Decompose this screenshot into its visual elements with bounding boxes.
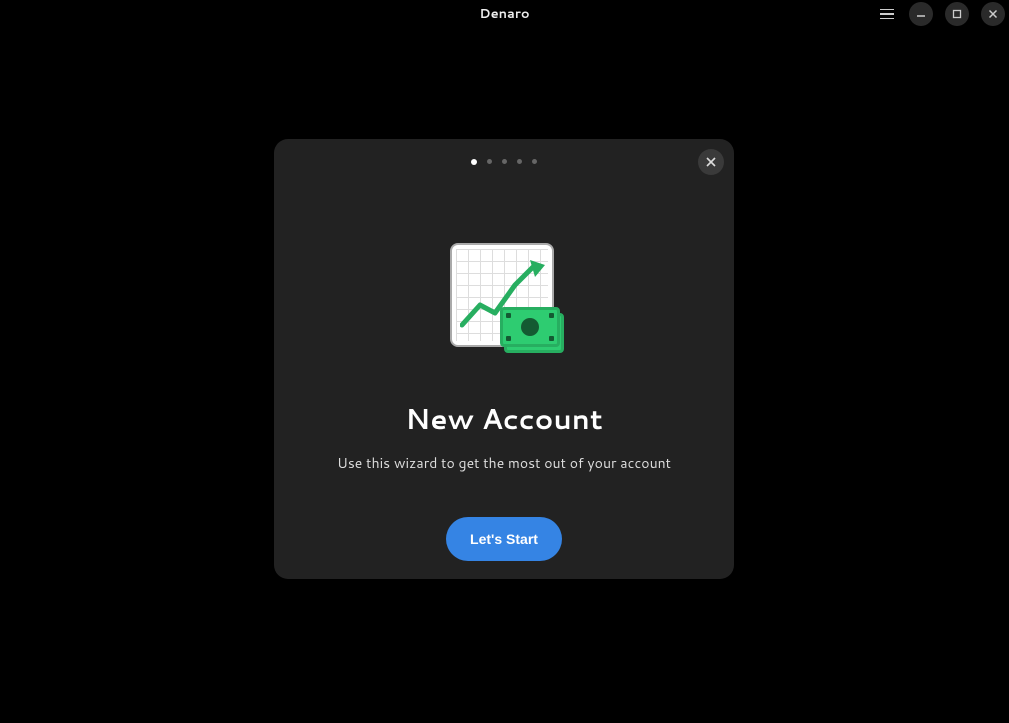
minimize-button[interactable] xyxy=(909,2,933,26)
page-dot-5[interactable] xyxy=(532,159,537,164)
page-indicator xyxy=(471,159,537,165)
dialog-close-button[interactable] xyxy=(698,149,724,175)
page-dot-2[interactable] xyxy=(487,159,492,164)
menu-icon[interactable] xyxy=(877,4,897,24)
dialog-subtitle: Use this wizard to get the most out of y… xyxy=(337,453,671,473)
titlebar: Denaro xyxy=(0,0,1009,28)
maximize-icon xyxy=(952,9,962,19)
app-title: Denaro xyxy=(479,5,529,23)
start-button[interactable]: Let's Start xyxy=(446,517,562,561)
close-button[interactable] xyxy=(981,2,1005,26)
close-icon xyxy=(988,9,998,19)
titlebar-controls xyxy=(877,2,1005,26)
page-dot-1[interactable] xyxy=(471,159,477,165)
dialog-title: New Account xyxy=(405,399,602,439)
maximize-button[interactable] xyxy=(945,2,969,26)
minimize-icon xyxy=(916,9,926,19)
page-dot-3[interactable] xyxy=(502,159,507,164)
new-account-dialog: New Account Use this wizard to get the m… xyxy=(274,139,734,579)
close-icon xyxy=(706,157,716,167)
page-dot-4[interactable] xyxy=(517,159,522,164)
app-logo-icon xyxy=(450,243,558,351)
